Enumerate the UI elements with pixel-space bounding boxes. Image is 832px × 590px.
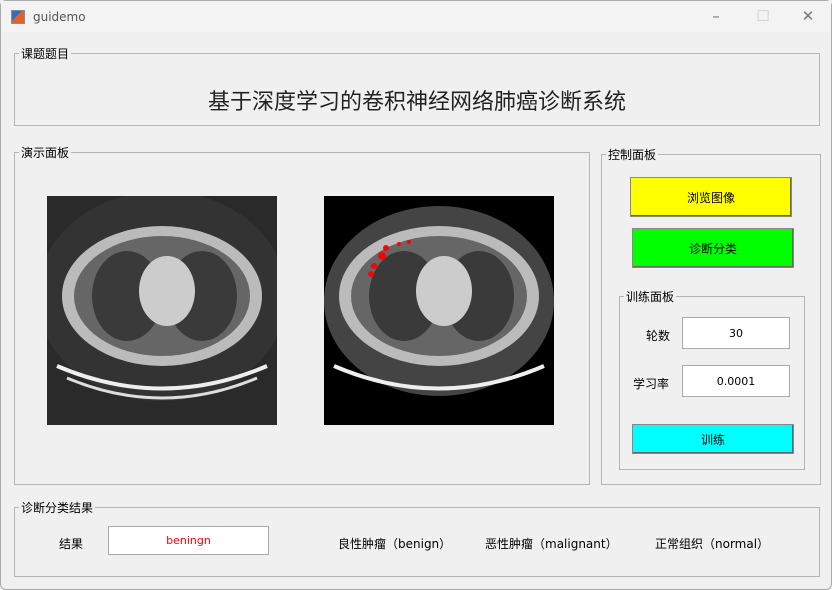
demo-panel-label: 演示面板 (21, 146, 70, 160)
matlab-icon (11, 9, 25, 24)
result-label: 结果 (59, 537, 84, 551)
epochs-label: 轮数 (646, 329, 671, 343)
title-bar: guidemo – ☐ ✕ (1, 1, 831, 32)
epochs-input[interactable]: 30 (682, 317, 790, 349)
close-button[interactable]: ✕ (798, 7, 818, 25)
learning-rate-input[interactable]: 0.0001 (682, 365, 790, 397)
result-output: beningn (108, 526, 269, 555)
classify-button[interactable]: 诊断分类 (632, 228, 794, 268)
learning-rate-label: 学习率 (633, 377, 670, 391)
minimize-button[interactable]: – (706, 7, 726, 25)
system-title: 基于深度学习的卷积神经网络肺癌诊断系统 (207, 90, 626, 115)
class-benign: 良性肿瘤（benign） (338, 537, 452, 551)
class-malignant: 恶性肿瘤（malignant） (485, 537, 618, 551)
original-ct-image (47, 196, 277, 425)
control-panel-label: 控制面板 (608, 148, 657, 162)
train-button[interactable]: 训练 (632, 424, 794, 454)
window-title: guidemo (33, 9, 86, 24)
browse-image-button[interactable]: 浏览图像 (630, 177, 792, 217)
class-normal: 正常组织（normal） (655, 537, 770, 551)
result-panel-label: 诊断分类结果 (21, 501, 94, 515)
maximize-button[interactable]: ☐ (753, 7, 773, 25)
segmented-ct-image (324, 196, 554, 425)
title-panel: 课题题目 基于深度学习的卷积神经网络肺癌诊断系统 (14, 45, 820, 126)
train-panel-label: 训练面板 (626, 290, 675, 304)
title-panel-label: 课题题目 (21, 47, 70, 61)
